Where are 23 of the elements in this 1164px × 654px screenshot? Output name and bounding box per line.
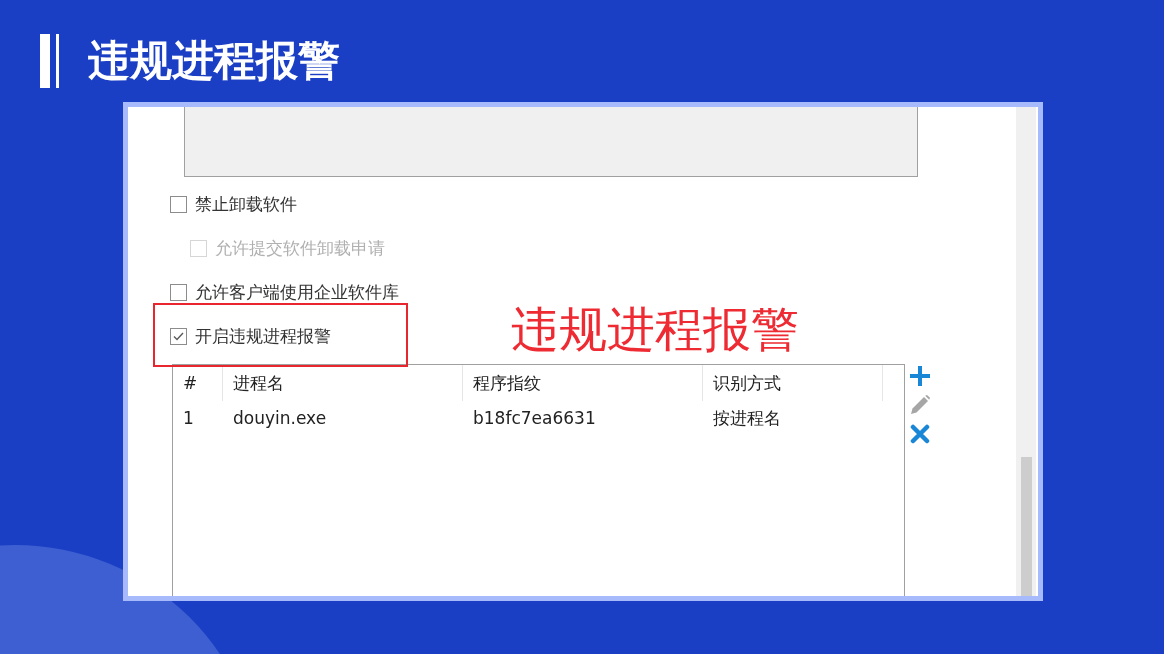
scrollbar-thumb[interactable] (1020, 457, 1032, 596)
process-list[interactable]: # 进程名 程序指纹 识别方式 1 douyin.exe b18fc7ea6631 按进程名 (172, 364, 905, 596)
plus-icon[interactable] (910, 366, 930, 386)
checkbox[interactable] (170, 195, 187, 213)
annotation-text: 违规进程报警 (511, 301, 799, 357)
option-label: 开启违规进程报警 (195, 325, 331, 348)
table-cell-text: douyin.exe (232, 408, 328, 428)
slide-title: 违规进程报警 (88, 35, 340, 87)
column-header[interactable]: 识别方式 (703, 365, 883, 401)
column-header[interactable]: # (173, 365, 223, 401)
option-label: 允许客户端使用企业软件库 (195, 281, 399, 304)
option-label: 允许提交软件卸载申请 (215, 237, 385, 260)
column-header[interactable]: 程序指纹 (463, 365, 703, 401)
table-cell-text: b18fc7ea6631 (472, 408, 597, 428)
checkbox[interactable] (170, 327, 187, 345)
column-header[interactable]: 进程名 (223, 365, 463, 401)
checkbox[interactable] (170, 283, 187, 301)
table-cell-text: 1 (182, 408, 195, 428)
table-cell-text: 按进程名 (712, 406, 782, 430)
scrollbar[interactable] (1016, 107, 1036, 596)
cross-icon[interactable] (910, 424, 930, 444)
option-label: 禁止卸载软件 (195, 193, 297, 216)
bars-icon (40, 34, 59, 88)
